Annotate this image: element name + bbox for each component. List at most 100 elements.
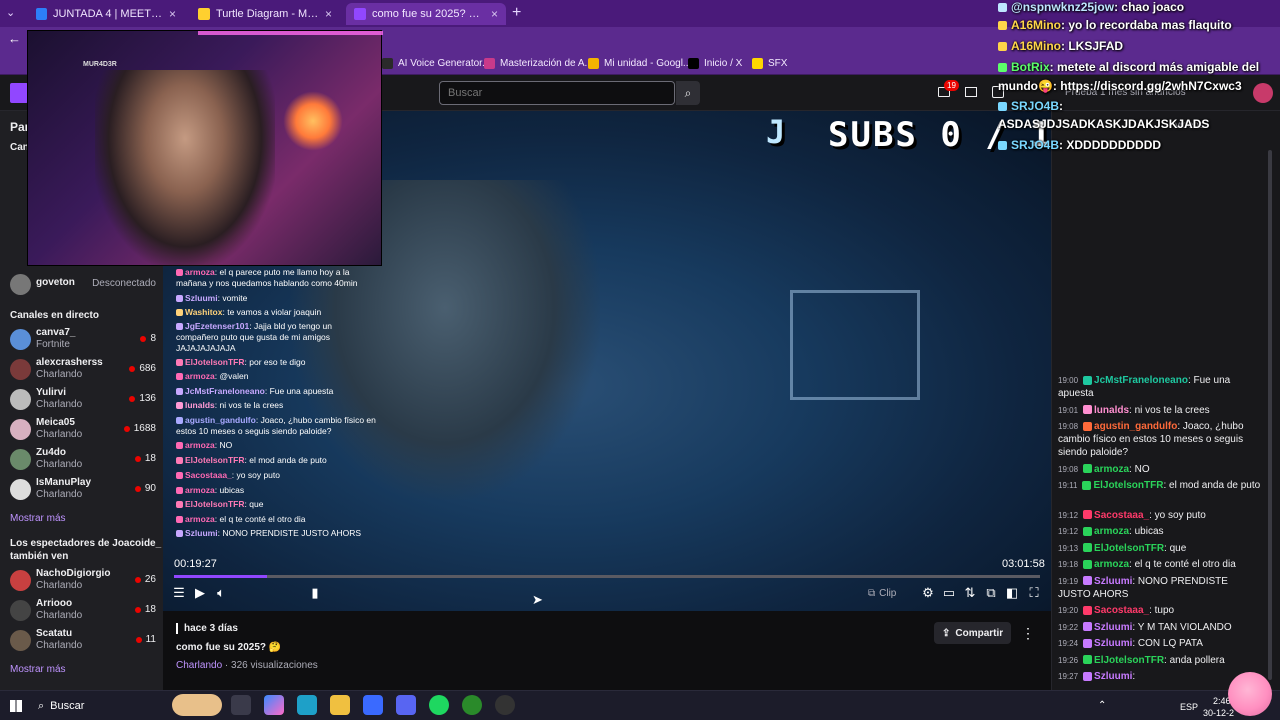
bookmark-item[interactable]: Mi unidad - Googl... [588,55,691,71]
volume-icon[interactable]: 🔈︎ [212,584,230,602]
chat-username[interactable]: ElJotelsonTFR [1094,543,1164,554]
chat-username[interactable]: lunalds [1094,405,1129,416]
category-link[interactable]: Charlando [176,660,222,671]
tab-close-icon[interactable]: × [325,7,332,21]
store-icon[interactable] [363,695,383,715]
play-button[interactable]: ▶ [191,584,209,602]
chat-username: A16Mino [1011,39,1062,53]
search-button[interactable]: ⌕ [676,81,700,105]
fullscreen-icon[interactable]: ⛶ [1025,584,1043,602]
sidebar-channel[interactable]: alexcrasherss Charlando 686 [8,357,158,385]
show-more-link[interactable]: Mostrar más [10,513,66,524]
discord-icon[interactable] [396,695,416,715]
tab-close-icon[interactable]: × [169,7,176,21]
tab-close-icon[interactable]: × [491,7,498,21]
sidebar-toggle-icon[interactable]: ◧ [1003,584,1021,602]
chat-username: ElJotelsonTFR [185,499,245,509]
windows-start-icon[interactable] [10,700,22,712]
sidebar-channel[interactable]: NachoDigiorgio Charlando 26 [8,568,158,596]
chat-username[interactable]: Sacostaaa_ [1094,605,1149,616]
taskbar-search[interactable]: ⌕ Buscar [38,700,84,713]
show-more-link-2[interactable]: Mostrar más [10,664,66,675]
tray-chevron-icon[interactable]: ⌃ [1098,700,1106,711]
chapters-icon[interactable]: ☰ [170,584,188,602]
bookmark-item[interactable]: Inicio / X [688,55,742,71]
xbox-icon[interactable] [462,695,482,715]
more-options-icon[interactable]: ⋮ [1021,625,1035,642]
sidebar-channel[interactable]: Zu4do Charlando 18 [8,447,158,475]
browser-tab[interactable]: como fue su 2025? - Twitch × [346,3,506,25]
spotify-icon[interactable] [429,695,449,715]
chat-scrollbar[interactable] [1268,150,1272,680]
chat-badge-icon [1083,464,1093,474]
channel-category: Charlando [36,610,83,621]
subs-j-icon: J [766,113,786,151]
chat-username: Szluumi [185,293,218,303]
new-tab-button[interactable]: + [512,4,521,22]
theatre-mode-icon[interactable]: ▭ [940,584,958,602]
sidebar-channel[interactable]: Scatatu Charlando 11 [8,628,158,656]
clip-button[interactable]: ⧉ Clip [868,585,896,601]
chat-username[interactable]: Szluumi [1094,638,1132,649]
bookmark-item[interactable]: AI Voice Generator... [382,55,490,71]
back-icon[interactable]: ← [8,31,21,46]
chat-username[interactable]: agustin_gandulfo [1094,421,1177,432]
browser-tab[interactable]: JUNTADA 4 | MEETING PTG 2026 × [28,3,184,25]
avatar [10,419,31,440]
file-explorer-icon[interactable] [330,695,350,715]
bookmark-item[interactable]: Masterización de A... [484,55,593,71]
sync-icon[interactable]: ⇅ [961,584,979,602]
channel-name: canva7_ [36,327,76,338]
seek-bar[interactable] [174,575,1040,578]
miniplayer-icon[interactable]: ⧉ [982,584,1000,602]
chat-username[interactable]: ElJotelsonTFR [1093,480,1163,491]
settings-icon[interactable]: ⚙ [919,584,937,602]
sidebar-channel[interactable]: canva7_ Fortnite 8 [8,327,158,355]
taskbar-widget[interactable] [172,694,222,716]
bookmark-favicon-icon [382,57,393,69]
chat-username[interactable]: armoza [1094,464,1129,475]
viewer-count: 1688 [123,423,156,434]
share-button[interactable]: ⇪ Compartir [934,622,1012,644]
sidebar-channel[interactable]: Yulirvi Charlando 136 [8,387,158,415]
chat-text: yo soy puto [236,470,281,480]
sidebar-channel[interactable]: Arriooo Charlando 18 [8,598,158,626]
avatar [10,600,31,621]
obs-icon[interactable] [495,695,515,715]
overlay-chat-message: armoza: el q parece puto me llamo hoy a … [176,267,376,289]
stream-alert-chat-line: @nspnwknz25jow: chao joaco [998,0,1184,14]
twitch-logo-icon[interactable] [10,83,28,103]
edge-icon[interactable] [297,695,317,715]
user-avatar[interactable] [1253,83,1273,103]
bookmark-item[interactable]: SFX [752,55,787,71]
chat-username[interactable]: armoza [1094,526,1129,537]
chat-username[interactable]: Sacostaaa_ [1094,510,1149,521]
chat-username[interactable]: Szluumi [1094,622,1132,633]
overlay-chat-message: JgEzetenser101: Jajja bld yo tengo un co… [176,321,376,354]
sidebar-channel[interactable]: Meica05 Charlando 1688 [8,417,158,445]
offline-channel[interactable]: goveton Desconectado [8,272,158,300]
browser-tab[interactable]: Turtle Diagram - Miro × [190,3,340,25]
chat-username[interactable]: armoza [1094,559,1129,570]
chat-username[interactable]: JcMstFraneloneano [1094,375,1188,386]
clock-date[interactable]: 30-12-2 [1203,708,1234,718]
volume-handle[interactable]: ▮ [306,584,324,602]
tab-list-chevron-icon[interactable]: ⌄ [6,6,15,19]
live-dot-icon [135,636,142,643]
overlay-chat-message: armoza: ubicas [176,485,376,496]
chat-username[interactable]: ElJotelsonTFR [1094,655,1164,666]
chat-username: armoza [185,371,215,381]
chat-text: : [1132,671,1136,682]
sidebar-channel[interactable]: IsManuPlay Charlando 90 [8,477,158,505]
chat-timestamp: 19:00 [1058,376,1079,385]
chat-text: : XDDDDDDDDDD [1059,138,1162,152]
language-indicator[interactable]: ESP [1180,702,1198,712]
chat-message: 19:08 agustin_gandulfo: Joaco, ¿hubo camb… [1058,420,1263,459]
copilot-icon[interactable] [264,695,284,715]
search-input[interactable] [439,81,675,105]
whispers-icon[interactable] [965,87,977,97]
task-view-icon[interactable] [231,695,251,715]
chat-username[interactable]: Szluumi [1094,671,1132,682]
channel-name: NachoDigiorgio [36,568,111,579]
chat-username[interactable]: Szluumi [1094,576,1132,587]
